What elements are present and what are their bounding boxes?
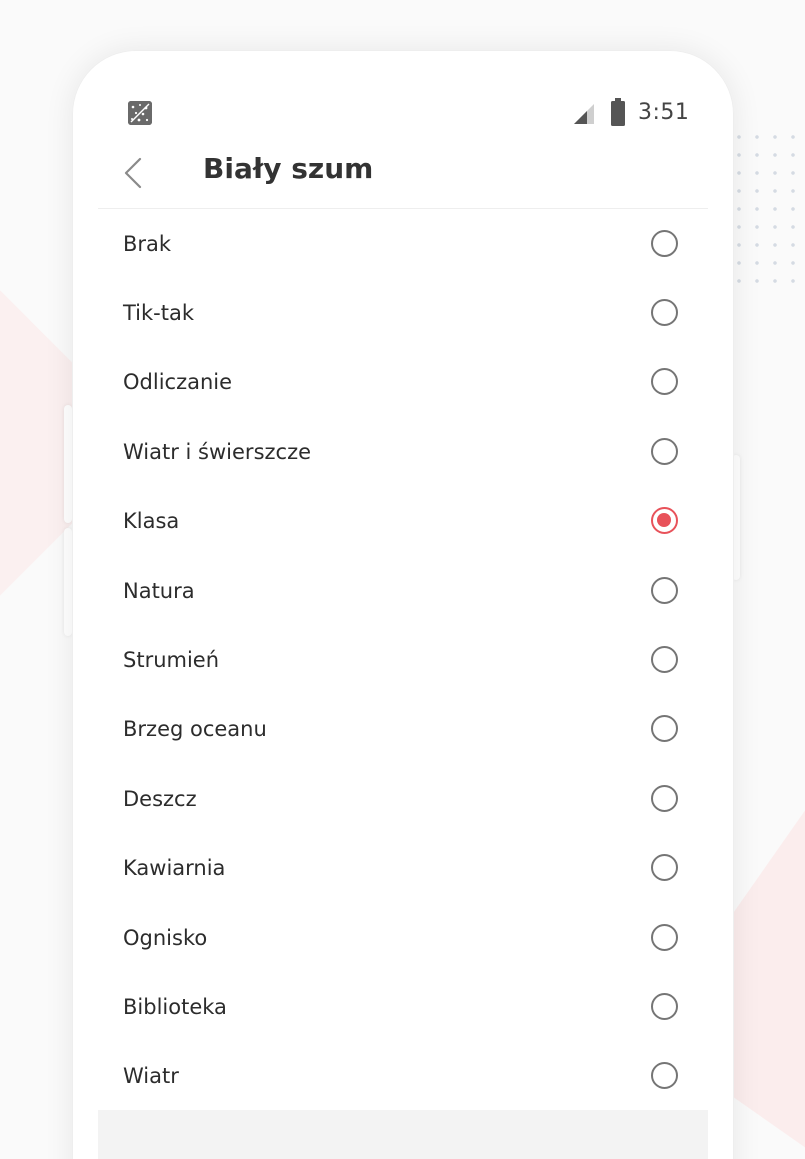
bottom-panel <box>98 1110 708 1159</box>
option-label: Wiatr <box>123 1064 179 1089</box>
battery-icon <box>611 98 625 126</box>
radio-button[interactable] <box>651 854 678 882</box>
radio-button[interactable] <box>651 368 678 396</box>
radio-button[interactable] <box>651 784 678 812</box>
option-tik-tak[interactable]: Tik-tak <box>98 278 708 347</box>
option-klasa[interactable]: Klasa <box>98 487 708 556</box>
radio-button[interactable] <box>651 646 678 674</box>
option-label: Ognisko <box>123 925 208 950</box>
status-time: 3:51 <box>638 100 690 125</box>
header: Biały szum <box>98 146 708 209</box>
phone-screen: 3:51 Biały szum Brak Tik-tak Odliczanie <box>98 76 708 1159</box>
option-label: Odliczanie <box>123 370 233 395</box>
radio-button[interactable] <box>651 715 678 743</box>
option-wiatr[interactable]: Wiatr <box>98 1042 708 1111</box>
option-ognisko[interactable]: Ognisko <box>98 903 708 972</box>
option-strumien[interactable]: Strumień <box>98 625 708 694</box>
status-bar: 3:51 <box>98 76 708 146</box>
option-label: Biblioteka <box>123 994 227 1019</box>
page-background: 3:51 Biały szum Brak Tik-tak Odliczanie <box>0 0 805 1159</box>
option-label: Kawiarnia <box>123 856 226 881</box>
option-deszcz[interactable]: Deszcz <box>98 764 708 833</box>
chevron-left-icon <box>124 157 142 189</box>
radio-button[interactable] <box>651 576 678 604</box>
phone-volume-down-button <box>64 528 72 636</box>
option-odliczanie[interactable]: Odliczanie <box>98 348 708 417</box>
page-title: Biały szum <box>203 152 374 185</box>
sleep-app-icon <box>128 101 152 125</box>
radio-button-selected[interactable] <box>651 507 678 535</box>
radio-button[interactable] <box>651 437 678 465</box>
option-biblioteka[interactable]: Biblioteka <box>98 972 708 1041</box>
option-kawiarnia[interactable]: Kawiarnia <box>98 834 708 903</box>
radio-button[interactable] <box>651 992 678 1020</box>
option-label: Tik-tak <box>123 301 195 326</box>
option-natura[interactable]: Natura <box>98 556 708 625</box>
option-label: Klasa <box>123 509 180 534</box>
phone-volume-up-button <box>64 405 72 523</box>
option-brak[interactable]: Brak <box>98 209 708 278</box>
option-label: Deszcz <box>123 786 197 811</box>
option-label: Strumień <box>123 648 220 673</box>
background-dot-grid <box>730 128 805 293</box>
option-label: Natura <box>123 578 195 603</box>
radio-button[interactable] <box>651 229 678 257</box>
option-label: Brak <box>123 231 172 256</box>
radio-button[interactable] <box>651 1062 678 1090</box>
back-button[interactable] <box>114 150 158 194</box>
option-brzeg-oceanu[interactable]: Brzeg oceanu <box>98 695 708 764</box>
option-label: Wiatr i świerszcze <box>123 439 312 464</box>
cell-signal-icon <box>572 102 596 126</box>
white-noise-options-list: Brak Tik-tak Odliczanie Wiatr i świerszc… <box>98 209 708 1111</box>
radio-button[interactable] <box>651 923 678 951</box>
radio-button[interactable] <box>651 299 678 327</box>
option-label: Brzeg oceanu <box>123 717 267 742</box>
option-wiatr-i-swierszcze[interactable]: Wiatr i świerszcze <box>98 417 708 486</box>
